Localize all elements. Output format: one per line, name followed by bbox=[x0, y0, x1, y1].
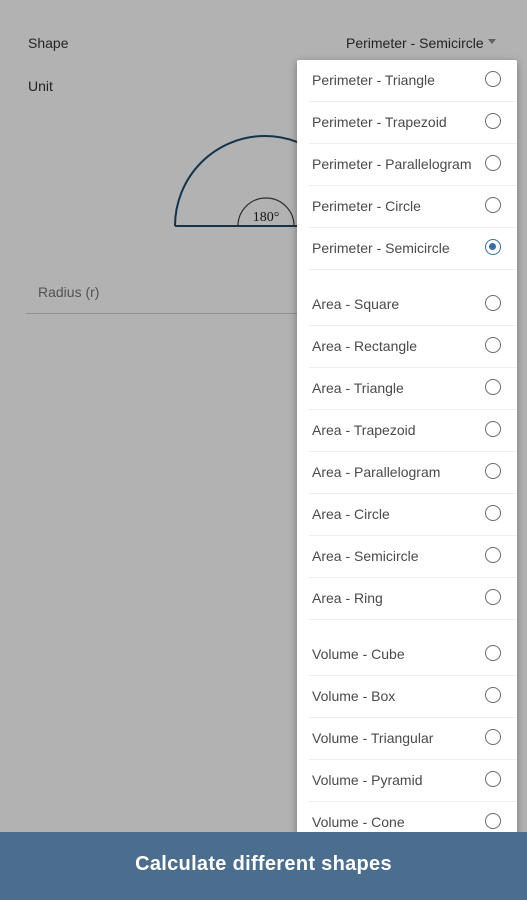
menu-item[interactable]: Area - Parallelogram bbox=[297, 452, 517, 494]
radio-icon[interactable] bbox=[485, 505, 501, 521]
radio-selected-icon[interactable] bbox=[485, 239, 501, 255]
menu-item[interactable]: Perimeter - Circle bbox=[297, 186, 517, 228]
menu-item[interactable]: Volume - Box bbox=[297, 676, 517, 718]
menu-item[interactable]: Area - Ring bbox=[297, 578, 517, 620]
promo-banner: Calculate different shapes bbox=[0, 832, 527, 900]
menu-item-label: Area - Ring bbox=[312, 590, 383, 606]
menu-item-label: Area - Square bbox=[312, 296, 400, 312]
radio-icon[interactable] bbox=[485, 729, 501, 745]
menu-item-label: Area - Trapezoid bbox=[312, 422, 416, 438]
menu-item[interactable]: Area - Trapezoid bbox=[297, 410, 517, 452]
radio-icon[interactable] bbox=[485, 547, 501, 563]
menu-item-label: Volume - Box bbox=[312, 688, 396, 704]
shape-options-menu: Perimeter - Triangle Perimeter - Trapezoi… bbox=[297, 60, 517, 840]
menu-item-label: Area - Semicircle bbox=[312, 548, 419, 564]
menu-item-label: Perimeter - Trapezoid bbox=[312, 114, 447, 130]
menu-item[interactable]: Volume - Triangular bbox=[297, 718, 517, 760]
menu-item[interactable]: Perimeter - Semicircle bbox=[297, 228, 517, 270]
radio-icon[interactable] bbox=[485, 687, 501, 703]
radio-icon[interactable] bbox=[485, 645, 501, 661]
radio-icon[interactable] bbox=[485, 113, 501, 129]
menu-item-label: Perimeter - Triangle bbox=[312, 72, 435, 88]
menu-divider bbox=[309, 269, 517, 270]
radio-icon[interactable] bbox=[485, 589, 501, 605]
menu-item[interactable]: Area - Semicircle bbox=[297, 536, 517, 578]
radio-icon[interactable] bbox=[485, 197, 501, 213]
menu-item-label: Volume - Pyramid bbox=[312, 772, 423, 788]
menu-item-label: Area - Rectangle bbox=[312, 338, 418, 354]
radio-icon[interactable] bbox=[485, 71, 501, 87]
radio-icon[interactable] bbox=[485, 463, 501, 479]
radio-icon[interactable] bbox=[485, 421, 501, 437]
menu-item-label: Perimeter - Parallelogram bbox=[312, 156, 472, 172]
radio-icon[interactable] bbox=[485, 813, 501, 829]
menu-item[interactable]: Perimeter - Parallelogram bbox=[297, 144, 517, 186]
menu-item-label: Area - Triangle bbox=[312, 380, 404, 396]
radio-icon[interactable] bbox=[485, 771, 501, 787]
menu-item-label: Area - Parallelogram bbox=[312, 464, 441, 480]
menu-item-label: Perimeter - Circle bbox=[312, 198, 421, 214]
radio-icon[interactable] bbox=[485, 337, 501, 353]
menu-item-label: Volume - Cone bbox=[312, 814, 405, 830]
menu-item[interactable]: Volume - Cube bbox=[297, 634, 517, 676]
menu-item[interactable]: Perimeter - Trapezoid bbox=[297, 102, 517, 144]
menu-item[interactable]: Area - Square bbox=[297, 284, 517, 326]
menu-item[interactable]: Perimeter - Triangle bbox=[297, 60, 517, 102]
menu-item[interactable]: Area - Circle bbox=[297, 494, 517, 536]
menu-item-label: Perimeter - Semicircle bbox=[312, 240, 450, 256]
menu-divider bbox=[309, 619, 517, 620]
menu-item[interactable]: Volume - Pyramid bbox=[297, 760, 517, 802]
radio-icon[interactable] bbox=[485, 295, 501, 311]
menu-item[interactable]: Area - Rectangle bbox=[297, 326, 517, 368]
radio-icon[interactable] bbox=[485, 379, 501, 395]
menu-item-label: Volume - Cube bbox=[312, 646, 405, 662]
menu-item-label: Area - Circle bbox=[312, 506, 390, 522]
radio-icon[interactable] bbox=[485, 155, 501, 171]
menu-item[interactable]: Area - Triangle bbox=[297, 368, 517, 410]
menu-item-label: Volume - Triangular bbox=[312, 730, 434, 746]
